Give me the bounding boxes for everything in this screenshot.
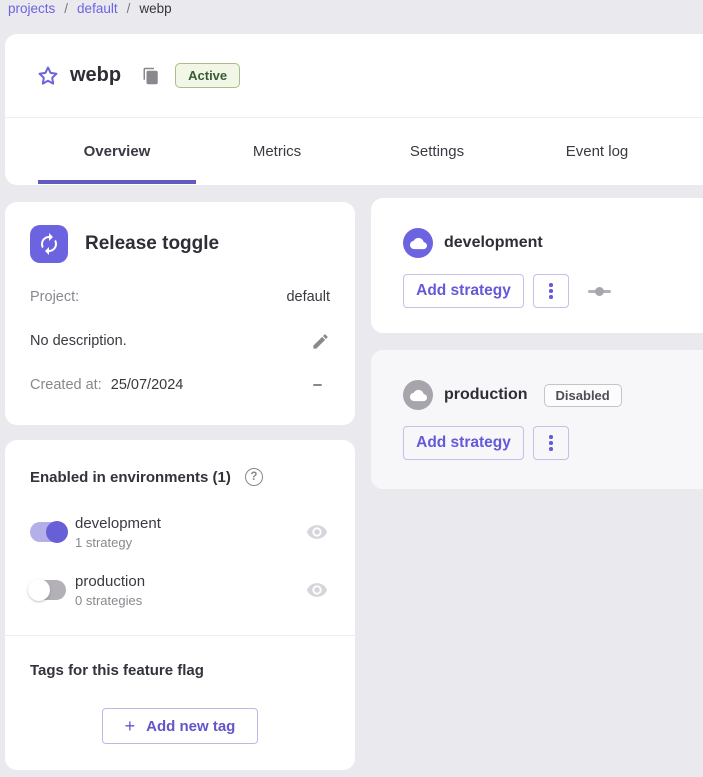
tab-metrics[interactable]: Metrics [197, 118, 357, 184]
flag-details-card: Release toggle Project: default No descr… [5, 202, 355, 425]
edit-description-button[interactable] [311, 332, 330, 351]
environments-header: Enabled in environments (1) ? [30, 468, 330, 486]
development-toggle[interactable] [30, 522, 66, 542]
eye-icon[interactable] [306, 579, 328, 601]
environment-strategy-count: 1 strategy [75, 534, 306, 551]
plus-icon: + [125, 717, 136, 735]
project-value: default [286, 289, 330, 305]
breadcrumb-separator: / [64, 1, 68, 16]
environment-row-production: production 0 strategies [30, 571, 330, 609]
environments-card: Enabled in environments (1) ? developmen… [5, 440, 355, 770]
breadcrumb: projects / default / webp [8, 1, 172, 16]
favorite-star-icon[interactable] [36, 64, 60, 88]
tab-event-log[interactable]: Event log [517, 118, 677, 184]
description-text: No description. [30, 333, 127, 349]
environment-name: development [75, 514, 306, 534]
breadcrumb-separator: / [127, 1, 131, 16]
pencil-icon [311, 332, 330, 351]
toggle-knob [28, 579, 50, 601]
cloud-icon [403, 380, 433, 410]
page-title: webp [70, 64, 121, 87]
project-row: Project: default [30, 287, 330, 307]
created-value: 25/07/2024 [111, 377, 184, 393]
dash-icon [313, 384, 322, 387]
panel-actions: Add strategy [403, 426, 703, 460]
help-icon[interactable]: ? [245, 468, 263, 486]
production-strategies-panel: production Disabled Add strategy [371, 350, 703, 489]
status-badge: Active [175, 63, 240, 88]
created-label: Created at: [30, 377, 102, 393]
disabled-badge: Disabled [544, 384, 622, 407]
project-label: Project: [30, 289, 79, 305]
add-strategy-button[interactable]: Add strategy [403, 426, 524, 460]
active-tab-indicator [38, 180, 196, 184]
environment-row-development: development 1 strategy [30, 513, 330, 551]
title-row: webp Active [5, 34, 703, 117]
development-strategies-panel: development Add strategy [371, 198, 703, 333]
add-strategy-button[interactable]: Add strategy [403, 274, 524, 308]
breadcrumb-projects[interactable]: projects [8, 1, 55, 16]
section-divider [5, 635, 355, 636]
more-actions-kebab-button[interactable] [533, 274, 569, 308]
environment-strategy-count: 0 strategies [75, 592, 306, 609]
cloud-icon [403, 228, 433, 258]
release-toggle-icon [30, 225, 68, 263]
flag-type-row: Release toggle [30, 225, 330, 263]
breadcrumb-current: webp [139, 1, 171, 16]
panel-actions: Add strategy [403, 274, 703, 308]
tab-bar: Overview Metrics Settings Event log [5, 117, 703, 184]
more-actions-kebab-button[interactable] [533, 426, 569, 460]
environment-name: production [75, 572, 306, 592]
toggle-knob [46, 521, 68, 543]
environment-panel-name: production [444, 386, 528, 404]
tags-title: Tags for this feature flag [30, 662, 330, 679]
environment-panel-name: development [444, 234, 543, 252]
drag-handle-icon [588, 287, 611, 295]
environments-title: Enabled in environments (1) [30, 469, 231, 486]
description-row: No description. [30, 331, 330, 351]
add-new-tag-button[interactable]: + Add new tag [102, 708, 258, 744]
panel-header: production Disabled [403, 380, 703, 410]
panel-header: development [403, 228, 703, 258]
tab-settings[interactable]: Settings [357, 118, 517, 184]
production-toggle[interactable] [30, 580, 66, 600]
eye-icon[interactable] [306, 521, 328, 543]
feature-header-card: webp Active Overview Metrics Settings Ev… [5, 34, 703, 185]
created-row: Created at: 25/07/2024 [30, 375, 330, 395]
copy-icon[interactable] [142, 67, 160, 85]
breadcrumb-default[interactable]: default [77, 1, 118, 16]
add-new-tag-label: Add new tag [146, 718, 235, 735]
tab-overview[interactable]: Overview [37, 118, 197, 184]
flag-type-title: Release toggle [85, 233, 219, 255]
